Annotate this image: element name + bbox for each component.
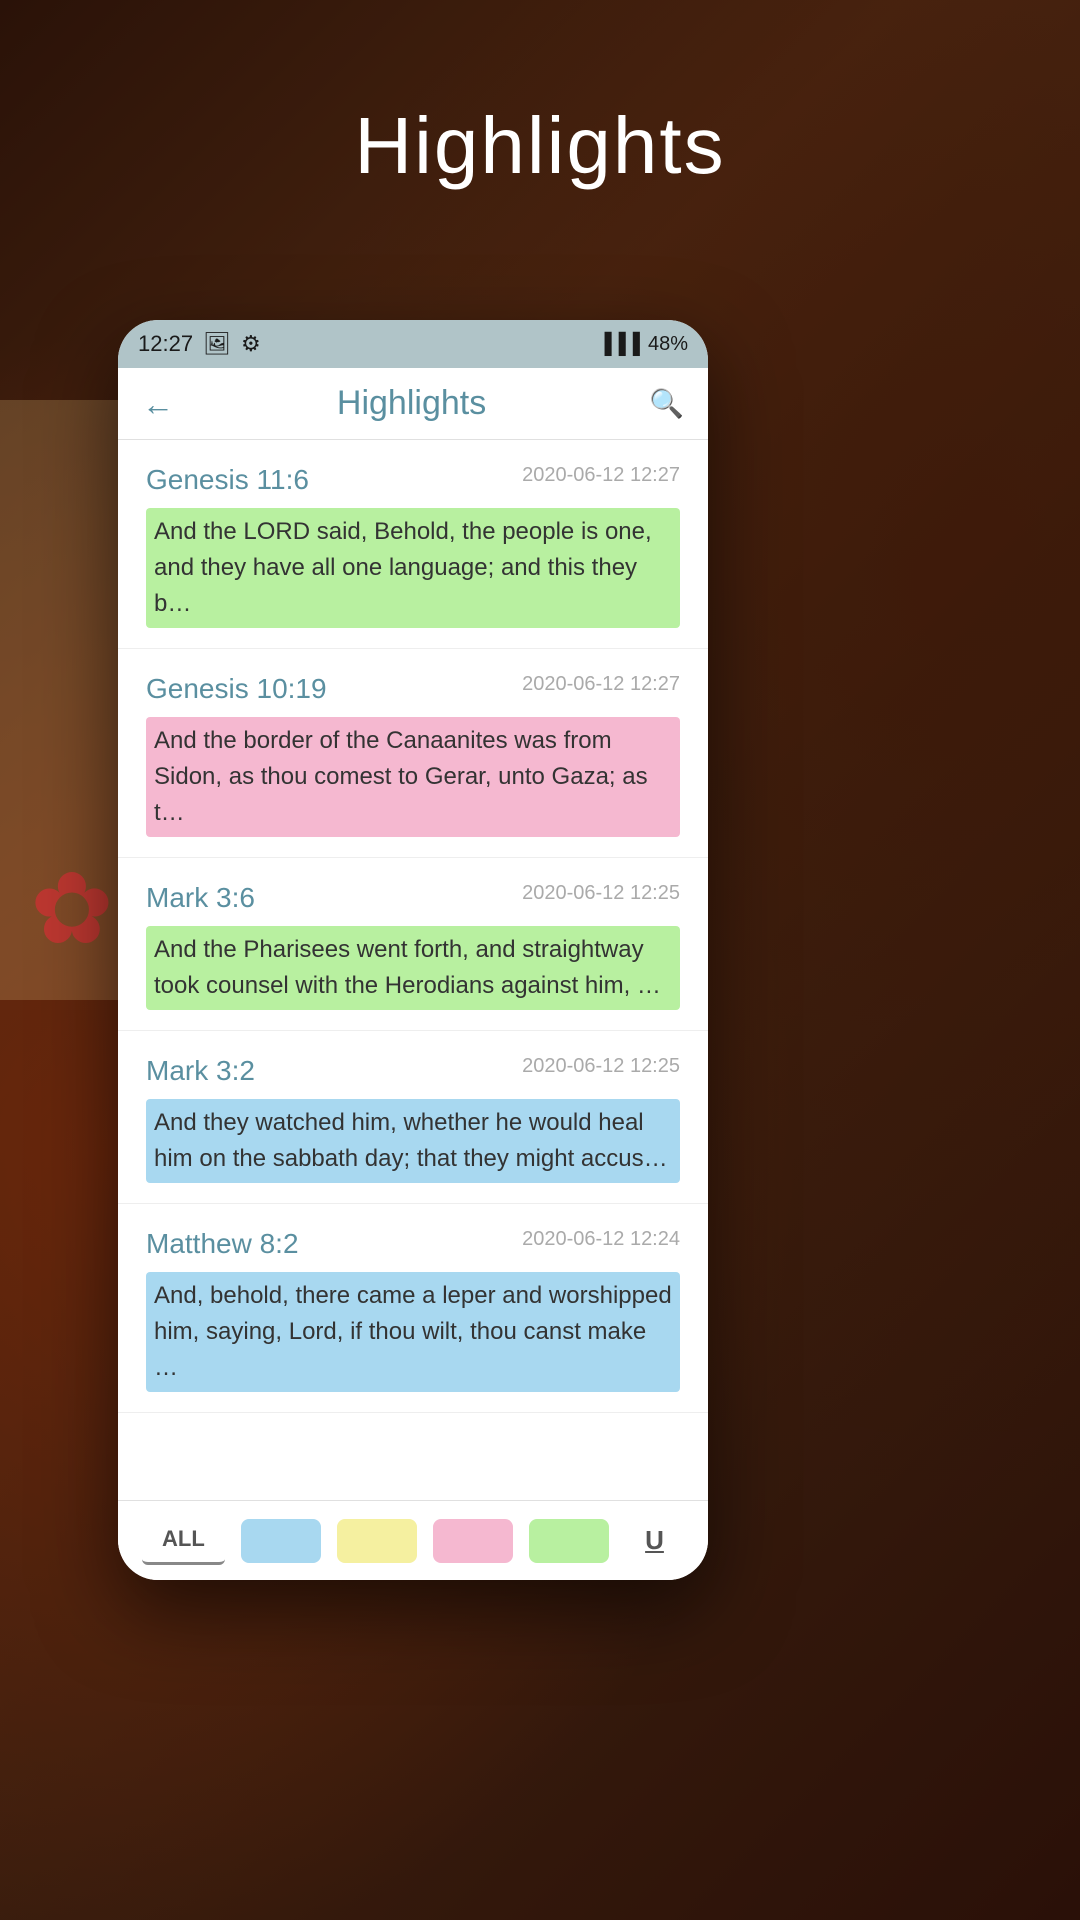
item-date: 2020-06-12 12:25 [522,882,680,905]
header-title: Highlights [337,384,486,423]
filter-all-button[interactable]: ALL [142,1516,225,1565]
highlight-item-mark-3-2[interactable]: Mark 3:2 2020-06-12 12:25 And they watch… [118,1031,708,1204]
highlight-item-genesis-11-6[interactable]: Genesis 11:6 2020-06-12 12:27 And the LO… [118,440,708,649]
item-text: And, behold, there came a leper and wors… [146,1272,680,1392]
item-reference: Mark 3:2 [146,1055,255,1087]
item-header: Genesis 10:19 2020-06-12 12:27 [146,673,680,705]
phone-mockup: 12:27 🖼 ⚙ ▐▐▐ 48% ← Highlights 🔍 Genesis… [118,320,708,1580]
item-text: And they watched him, whether he would h… [146,1099,680,1183]
status-bar: 12:27 🖼 ⚙ ▐▐▐ 48% [118,320,708,368]
back-button[interactable]: ← [142,388,174,420]
item-reference: Genesis 11:6 [146,464,309,496]
filter-underline-button[interactable]: U [625,1515,684,1566]
item-header: Genesis 11:6 2020-06-12 12:27 [146,464,680,496]
status-battery: 48% [648,333,688,356]
highlight-item-mark-3-6[interactable]: Mark 3:6 2020-06-12 12:25 And the Pharis… [118,858,708,1031]
filter-pink-button[interactable] [433,1519,513,1563]
status-right: ▐▐▐ 48% [597,333,688,356]
status-left: 12:27 🖼 ⚙ [138,331,261,357]
item-header: Mark 3:2 2020-06-12 12:25 [146,1055,680,1087]
highlight-item-matthew-8-2[interactable]: Matthew 8:2 2020-06-12 12:24 And, behold… [118,1204,708,1413]
item-date: 2020-06-12 12:27 [522,464,680,487]
filter-green-button[interactable] [529,1519,609,1563]
item-date: 2020-06-12 12:24 [522,1228,680,1251]
item-text: And the border of the Canaanites was fro… [146,717,680,837]
page-background-title: Highlights [0,100,1080,192]
filter-bar: ALL U [118,1500,708,1580]
item-reference: Genesis 10:19 [146,673,327,705]
item-date: 2020-06-12 12:27 [522,673,680,696]
item-header: Mark 3:6 2020-06-12 12:25 [146,882,680,914]
app-header: ← Highlights 🔍 [118,368,708,440]
item-text: And the LORD said, Behold, the people is… [146,508,680,628]
filter-blue-button[interactable] [241,1519,321,1563]
item-reference: Matthew 8:2 [146,1228,299,1260]
status-time: 12:27 [138,331,193,357]
status-bluetooth-icon: ⚙ [241,331,261,357]
highlights-list: Genesis 11:6 2020-06-12 12:27 And the LO… [118,440,708,1500]
status-signal-icon: ▐▐▐ [597,333,640,356]
status-photo-icon: 🖼 [203,331,231,357]
filter-yellow-button[interactable] [337,1519,417,1563]
search-button[interactable]: 🔍 [649,387,684,420]
decorative-flower: ✿ [30,850,114,967]
item-reference: Mark 3:6 [146,882,255,914]
item-text: And the Pharisees went forth, and straig… [146,926,680,1010]
item-date: 2020-06-12 12:25 [522,1055,680,1078]
highlight-item-genesis-10-19[interactable]: Genesis 10:19 2020-06-12 12:27 And the b… [118,649,708,858]
item-header: Matthew 8:2 2020-06-12 12:24 [146,1228,680,1260]
